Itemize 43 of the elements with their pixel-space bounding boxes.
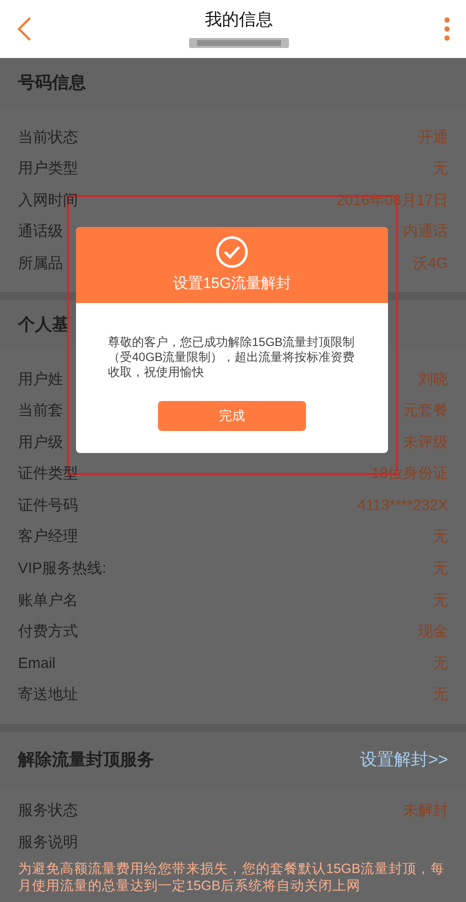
page-title: 我的信息 xyxy=(205,9,273,31)
field-label: 服务说明 xyxy=(18,832,78,853)
field-value: 无 xyxy=(433,590,448,611)
unlock-link[interactable]: 设置解封>> xyxy=(360,746,448,772)
field-value: 未评级 xyxy=(403,432,448,453)
field-value: 无 xyxy=(433,559,448,580)
section-title: 个人基 xyxy=(18,314,69,336)
field-label: 付费方式 xyxy=(18,622,78,642)
field-value: 无 xyxy=(433,159,448,180)
dialog-title: 设置15G流量解封 xyxy=(172,274,292,294)
field-value: 未解封 xyxy=(403,801,448,822)
field-value: 元套餐 xyxy=(403,401,448,422)
field-value: 沃4G xyxy=(412,254,448,274)
field-label: 服务状态 xyxy=(18,801,78,822)
field-value: 无 xyxy=(433,527,448,548)
field-label: 用户类型 xyxy=(18,159,78,180)
field-label: 所属品 xyxy=(18,254,63,274)
field-label: 当前套 xyxy=(18,401,63,422)
dialog-message: 尊敬的客户，您已成功解除15GB流量封顶限制（受40GB流量限制），超出流量将按标准资费收取，祝使用愉快 xyxy=(108,335,356,380)
field-label: 账单户名 xyxy=(18,590,78,611)
section-title: 号码信息 xyxy=(18,72,86,94)
field-label: 用户级 xyxy=(18,432,63,453)
field-label: 通话级 xyxy=(18,222,63,242)
section-title: 解除流量封顶服务 xyxy=(18,748,154,771)
field-value: 无 xyxy=(433,685,448,706)
field-label: VIP服务热线: xyxy=(18,559,106,580)
field-label: 当前状态 xyxy=(18,128,78,148)
field-label: Email xyxy=(18,654,56,674)
field-value: 刘晓 xyxy=(418,370,448,390)
field-value: 无 xyxy=(433,654,448,674)
field-value: 4113****232X xyxy=(357,496,448,516)
field-label: 用户姓 xyxy=(18,370,63,390)
check-circle-icon xyxy=(215,234,249,269)
done-button[interactable]: 完成 xyxy=(158,401,306,431)
field-label: 证件号码 xyxy=(18,496,78,516)
back-icon[interactable] xyxy=(16,15,34,43)
field-label: 寄送地址 xyxy=(18,685,78,706)
service-note: 为避免高额流量费用给您带来损失，您的套餐默认15GB流量封顶，每月使用流量的总量达到一定15GB后系统将自动关闭上网 xyxy=(17,860,446,894)
field-label: 客户经理 xyxy=(18,527,78,548)
field-value: 内通话 xyxy=(403,222,448,242)
field-value: 开通 xyxy=(418,128,448,148)
more-icon[interactable] xyxy=(444,17,450,41)
field-value: 现金 xyxy=(418,622,448,642)
